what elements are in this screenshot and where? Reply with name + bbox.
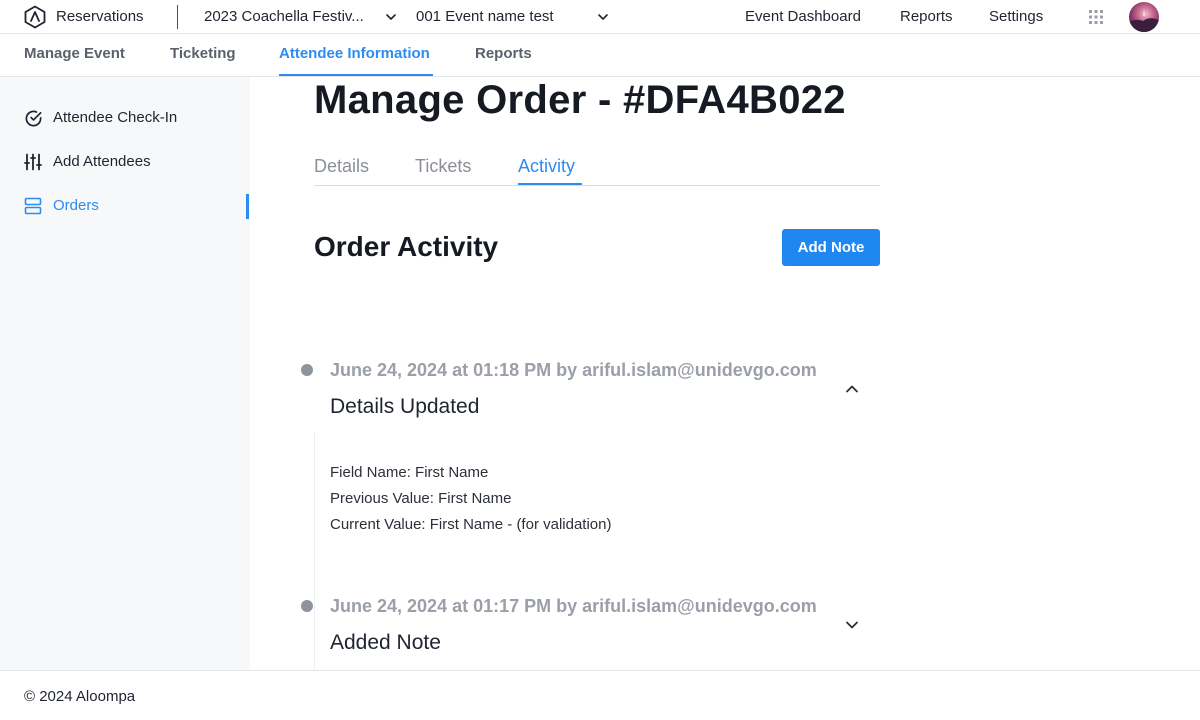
chevron-down-icon[interactable]	[843, 616, 861, 634]
nav-event-dashboard[interactable]: Event Dashboard	[745, 8, 861, 25]
user-avatar[interactable]	[1129, 2, 1159, 32]
header-divider	[177, 5, 178, 29]
check-circle-icon	[25, 110, 42, 127]
footer: © 2024 Aloompa	[0, 670, 1200, 720]
apps-grid-icon[interactable]	[1089, 10, 1103, 24]
nav-settings[interactable]: Settings	[989, 8, 1043, 25]
page-title: Manage Order - #DFA4B022	[314, 78, 846, 122]
timeline-line	[314, 432, 315, 670]
sub-navigation: Manage Event Ticketing Attendee Informat…	[0, 34, 1200, 77]
chevron-down-icon[interactable]	[385, 11, 397, 23]
activity-detail-line: Current Value: First Name - (for validat…	[330, 516, 612, 533]
top-bar: Reservations 2023 Coachella Festiv... 00…	[0, 0, 1200, 34]
copyright-text: © 2024 Aloompa	[24, 688, 136, 705]
chevron-up-icon[interactable]	[843, 380, 861, 398]
timeline-dot	[301, 364, 313, 376]
timeline-dot	[301, 600, 313, 612]
tab-reports[interactable]: Reports	[475, 45, 532, 62]
nav-reports[interactable]: Reports	[900, 8, 953, 25]
sidebar-item-label: Orders	[53, 197, 99, 214]
sliders-icon	[24, 153, 42, 171]
tab-details[interactable]: Details	[314, 156, 369, 177]
sidebar: Attendee Check-In Add Attendees Orders	[0, 77, 250, 670]
add-note-button[interactable]: Add Note	[782, 229, 880, 266]
activity-heading: Added Note	[330, 631, 441, 654]
tab-ticketing[interactable]: Ticketing	[170, 45, 236, 62]
sidebar-item-label: Attendee Check-In	[53, 109, 178, 126]
server-stack-icon	[24, 197, 42, 215]
sidebar-item-label: Add Attendees	[53, 153, 151, 170]
activity-meta: June 24, 2024 at 01:18 PM by ariful.isla…	[330, 360, 817, 380]
sidebar-active-indicator	[246, 194, 249, 219]
tab-manage-event[interactable]: Manage Event	[24, 45, 125, 62]
chevron-down-icon[interactable]	[597, 11, 609, 23]
order-tabs: Details Tickets Activity	[314, 154, 880, 186]
activity-meta: June 24, 2024 at 01:17 PM by ariful.isla…	[330, 596, 817, 616]
activity-detail-line: Previous Value: First Name	[330, 490, 512, 507]
tab-tickets[interactable]: Tickets	[415, 156, 471, 177]
active-tab-indicator	[279, 74, 433, 76]
activity-detail-line: Field Name: First Name	[330, 464, 489, 481]
event-name-select[interactable]: 001 Event name test	[416, 8, 554, 25]
event-select[interactable]: 2023 Coachella Festiv...	[204, 8, 364, 25]
app-title[interactable]: Reservations	[56, 8, 144, 25]
active-tab-indicator	[518, 183, 582, 185]
section-title: Order Activity	[314, 231, 499, 262]
activity-heading: Details Updated	[330, 395, 480, 418]
tab-activity[interactable]: Activity	[518, 156, 575, 177]
tab-attendee-information[interactable]: Attendee Information	[279, 45, 430, 62]
app-logo-icon[interactable]	[23, 5, 47, 29]
avatar-image	[1129, 8, 1159, 32]
